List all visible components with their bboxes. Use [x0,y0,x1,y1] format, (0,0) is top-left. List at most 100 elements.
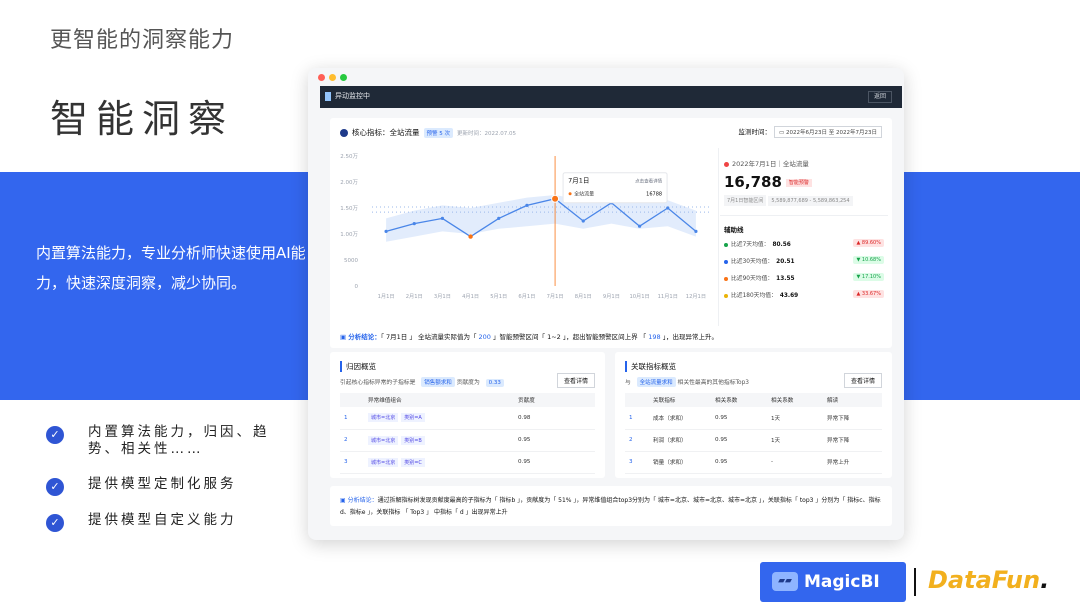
highlight-point [551,194,560,203]
y-tick-label: 5000 [344,258,358,264]
detail-value-number: 16,788 [724,173,782,191]
table-row[interactable]: 1 城市=北京 类别=A 0.98 [340,407,595,430]
app-window: 异动监控中 返回 核心指标：全站流量 预警 5 次更新时间：2022.07.05 … [308,68,904,540]
y-tick-label: 2.50万 [340,153,358,160]
feature-item: ✓ 提供模型定制化服务 [46,476,286,496]
prediction-value: 5,589,877,689 - 5,589,863,254 [768,196,853,206]
slide-main-title: 智能洞察 [50,97,235,141]
aux-row[interactable]: 比近90天均值： 13.55 ▼ 17.10% [724,273,884,290]
tooltip-detail-link: 点击查看详情 [635,178,662,185]
related-view-button[interactable]: 查看详情 [843,373,882,388]
trend-chart[interactable]: 0 5000 1.00万 1.50万 2.00万 2.50万 1月1日 2月1日 3月1日 4月… [332,148,717,323]
date-range-picker[interactable]: ▭ 2022年6月23日 至 2022年7月23日 [774,126,882,138]
conclusion-label: 分析结论： [348,333,381,341]
dimension-chip: 城市=北京 [368,435,399,445]
table-header: 贡献度 [514,393,595,407]
aux-percent: ▲ 89.60% [853,239,884,247]
dimension-chip: 类别=B [401,435,425,445]
data-point [497,216,501,220]
conclusion-value-2: 198 [648,333,661,341]
detail-value: 16,788 智能预警 [724,173,884,191]
anomaly-point [468,234,473,239]
lag-value: 1天 [767,407,823,430]
conclusion-text-2: 」智能预警区间「 1~2 」，超出智能预警区间上界 「 [490,333,649,341]
datafun-dot: . [1040,566,1050,594]
attribution-view-button[interactable]: 查看详情 [556,373,595,388]
minimize-window-dot[interactable] [329,74,336,81]
datafun-text: DataFun [928,566,1041,594]
aux-value: 43.69 [779,293,799,299]
related-table: 关联指标 相关系数 相关系数 解读 1 成本（求和） 0.95 1天 异常下降 … [625,393,882,474]
attribution-card: 归因概览 引起核心指标异常的子指标是 销售额求和 贡献度为 0.33 查看详情 … [330,352,605,478]
lag-value: 1天 [767,429,823,452]
table-row[interactable]: 2 利润（求和） 0.95 1天 异常下降 [625,429,882,452]
table-row[interactable]: 3 销量（求和） 0.95 - 异常上升 [625,451,882,474]
metric-icon [340,129,348,137]
related-sub-text-2: 相关性最高的其他指标Top3 [677,380,749,386]
data-point [637,224,642,228]
dimension-chip: 类别=A [401,413,425,423]
logo-divider [914,568,916,596]
magicbi-text: MagicBI [804,572,880,592]
aux-percent-value: 10.68% [861,257,881,263]
app-icon [325,92,331,101]
table-header: 关联指标 [649,393,711,407]
alert-count-badge[interactable]: 预警 5 次 [423,128,453,138]
slide-top-title: 更智能的洞察能力 [50,28,235,53]
row-index: 1 [629,414,633,421]
conclusion-value-1: 200 [478,333,491,341]
prediction-range: 7月1日智能区间 5,589,877,689 - 5,589,863,254 [724,195,884,206]
aux-row[interactable]: 比近180天均值： 43.69 ▲ 33.67% [724,290,884,307]
x-tick-label: 2月1日 [406,293,423,300]
row-index: 2 [344,437,348,443]
summary-conclusion: ▣ 分析结论：通过拆解指标树发现贡献度最高的子指标为「 指标b 」，贡献度为「 … [340,495,885,519]
aux-label: 比近180天均值： [731,293,777,299]
chat-icon: ▣ [340,497,348,504]
table-header [625,393,649,407]
aux-label: 比近7天均值： [731,242,770,248]
legend-dot-icon [724,293,728,298]
data-point [581,219,585,223]
aux-percent-value: 33.67% [861,291,881,297]
y-tick-label: 1.50万 [340,205,358,212]
dimension-chip: 城市=北京 [368,413,399,423]
panel-divider [718,148,719,326]
conclusion-text-3: 」，出现异常上升。 [660,333,718,341]
legend-dot-icon [724,276,728,281]
panel-separator [720,215,888,216]
contribution-value: 0.95 [514,451,595,474]
tooltip-date: 7月1日 [568,177,589,185]
x-tick-label: 5月1日 [490,293,507,300]
x-tick-label: 6月1日 [518,293,535,300]
related-sub-text: 与 [625,380,631,386]
attribution-table: 异常维值组合 贡献度 1 城市=北京 类别=A 0.98 2 城市=北京 类别=B … [340,393,595,474]
correlation-value: 0.95 [711,451,767,474]
back-button[interactable]: 返回 [867,91,892,103]
calendar-icon: ▭ [779,130,786,136]
attribution-subtitle: 引起核心指标异常的子指标是 销售额求和 贡献度为 0.33 [340,377,504,387]
x-tick-label: 10月1日 [629,293,649,300]
table-row[interactable]: 2 城市=北京 类别=B 0.95 [340,429,595,452]
x-tick-label: 4月1日 [462,293,479,300]
table-row[interactable]: 3 城市=北京 类别=C 0.95 [340,451,595,474]
magicbi-logo: ▰▰ MagicBI [760,562,906,602]
x-tick-label: 11月1日 [658,293,678,300]
datafun-logo: DataFun. [928,566,1049,594]
close-window-dot[interactable] [318,74,325,81]
aux-row[interactable]: 比近30天均值： 20.51 ▼ 10.68% [724,256,884,273]
dimension-chip: 类别=C [401,457,425,467]
y-tick-label: 0 [355,284,359,290]
related-metric-tag: 全站流量求和 [636,377,676,387]
feature-text: 提供模型定制化服务 [88,476,237,492]
related-title: 关联指标概览 [625,361,676,372]
detail-date: 2022年7月1日｜全站流量 [724,158,884,168]
magicbi-mark-icon: ▰▰ [772,572,798,591]
aux-value: 80.56 [772,242,791,248]
attribution-sub-text: 引起核心指标异常的子指标是 [340,380,416,386]
table-header [340,393,364,407]
maximize-window-dot[interactable] [340,74,347,81]
table-row[interactable]: 1 成本（求和） 0.95 1天 异常下降 [625,407,882,430]
feature-text: 内置算法能力，归因、趋势、相关性…… [88,424,270,457]
aux-row[interactable]: 比近7天均值： 80.56 ▲ 89.60% [724,239,884,256]
contribution-value: 0.98 [514,407,595,430]
